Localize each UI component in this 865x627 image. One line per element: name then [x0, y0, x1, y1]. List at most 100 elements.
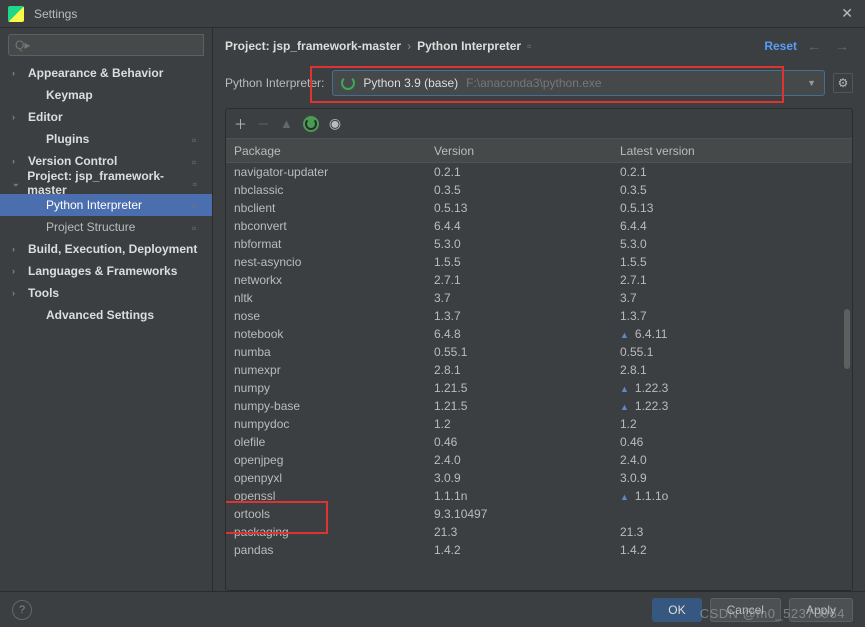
table-row[interactable]: numpy-base1.21.5▲1.22.3 — [226, 397, 852, 415]
sidebar-item[interactable]: ›Build, Execution, Deployment — [0, 238, 212, 260]
pkg-latest: ▲1.22.3 — [620, 399, 844, 413]
sidebar-item-label: Project: jsp_framework-master — [27, 169, 192, 197]
table-row[interactable]: pandas1.4.21.4.2 — [226, 541, 852, 559]
apply-button[interactable]: Apply — [789, 598, 853, 622]
table-row[interactable]: nbclassic0.3.50.3.5 — [226, 181, 852, 199]
conda-toggle-icon[interactable] — [303, 116, 319, 132]
sidebar-item[interactable]: ⌄Project: jsp_framework-master▫ — [0, 172, 212, 194]
main-body: ›Appearance & BehaviorKeymap›EditorPlugi… — [0, 28, 865, 591]
help-icon[interactable]: ? — [12, 600, 32, 620]
sidebar-item-label: Project Structure — [46, 220, 135, 234]
nav-forward-icon[interactable]: → — [831, 38, 853, 54]
table-row[interactable]: nest-asyncio1.5.51.5.5 — [226, 253, 852, 271]
ok-button[interactable]: OK — [652, 598, 701, 622]
sidebar-item[interactable]: ›Appearance & Behavior — [0, 62, 212, 84]
table-row[interactable]: navigator-updater0.2.10.2.1 — [226, 163, 852, 181]
table-row[interactable]: numpy1.21.5▲1.22.3 — [226, 379, 852, 397]
table-row[interactable]: ortools9.3.10497 — [226, 505, 852, 523]
reset-link[interactable]: Reset — [764, 39, 797, 53]
pkg-latest: 2.8.1 — [620, 363, 844, 377]
interpreter-label: Python Interpreter: — [225, 76, 324, 90]
table-row[interactable]: openjpeg2.4.02.4.0 — [226, 451, 852, 469]
pkg-version: 2.4.0 — [434, 453, 620, 467]
sidebar-item[interactable]: ›Languages & Frameworks — [0, 260, 212, 282]
pkg-toolbar: ＋ － ▲ ◉ — [226, 109, 852, 139]
breadcrumb: Project: jsp_framework-master › Python I… — [225, 28, 853, 64]
footer: ? OK Cancel Apply — [0, 591, 865, 627]
close-icon[interactable]: ✕ — [837, 5, 857, 22]
pkg-name: numpy — [234, 381, 434, 395]
table-row[interactable]: nbformat5.3.05.3.0 — [226, 235, 852, 253]
scrollbar-thumb[interactable] — [844, 309, 850, 369]
sidebar-item[interactable]: Plugins ▫ — [0, 128, 212, 150]
pkg-latest: 0.2.1 — [620, 165, 844, 179]
upgrade-package-button[interactable]: ▲ — [280, 116, 293, 131]
pkg-version: 1.1.1n — [434, 489, 620, 503]
table-row[interactable]: nose1.3.71.3.7 — [226, 307, 852, 325]
title-bar: Settings ✕ — [0, 0, 865, 28]
upgrade-arrow-icon: ▲ — [620, 384, 629, 394]
pkg-version: 5.3.0 — [434, 237, 620, 251]
sidebar-item-label: Tools — [28, 286, 59, 300]
chevron-icon: › — [12, 156, 24, 166]
sidebar-item[interactable]: ›Editor — [0, 106, 212, 128]
interpreter-dropdown[interactable]: Python 3.9 (base) F:\anaconda3\python.ex… — [332, 70, 825, 96]
pkg-name: nbclassic — [234, 183, 434, 197]
remove-package-button[interactable]: － — [257, 114, 270, 133]
pkg-name: numba — [234, 345, 434, 359]
breadcrumb-project: Project: jsp_framework-master — [225, 39, 401, 53]
pycharm-logo-icon — [8, 6, 24, 22]
sidebar-item[interactable]: › Tools — [0, 282, 212, 304]
chevron-icon: › — [12, 288, 24, 298]
pkg-latest: 5.3.0 — [620, 237, 844, 251]
pkg-latest: 1.5.5 — [620, 255, 844, 269]
pkg-version: 6.4.8 — [434, 327, 620, 341]
table-row[interactable]: networkx2.7.12.7.1 — [226, 271, 852, 289]
sidebar-item[interactable]: Python Interpreter▫ — [0, 194, 212, 216]
pkg-name: openpyxl — [234, 471, 434, 485]
pkg-latest: 2.4.0 — [620, 453, 844, 467]
table-row[interactable]: nbconvert6.4.46.4.4 — [226, 217, 852, 235]
sidebar-item-label: Appearance & Behavior — [28, 66, 163, 80]
pkg-name: nose — [234, 309, 434, 323]
pkg-name: notebook — [234, 327, 434, 341]
window-title: Settings — [34, 7, 837, 21]
table-row[interactable]: openssl1.1.1n▲1.1.1o — [226, 487, 852, 505]
sidebar-item[interactable]: Advanced Settings — [0, 304, 212, 326]
eye-icon[interactable]: ◉ — [329, 115, 341, 132]
chevron-down-icon: ▼ — [807, 78, 816, 88]
table-row[interactable]: packaging21.321.3 — [226, 523, 852, 541]
pkg-latest: 6.4.4 — [620, 219, 844, 233]
col-version: Version — [434, 144, 620, 158]
pkg-name: pandas — [234, 543, 434, 557]
pkg-version: 6.4.4 — [434, 219, 620, 233]
interpreter-path: F:\anaconda3\python.exe — [466, 76, 601, 90]
gear-icon[interactable]: ⚙ — [833, 73, 853, 93]
cancel-button[interactable]: Cancel — [710, 598, 781, 622]
table-row[interactable]: nltk3.73.7 — [226, 289, 852, 307]
sidebar-item-label: Advanced Settings — [46, 308, 154, 322]
footer-buttons: OK Cancel Apply — [652, 598, 853, 622]
project-scope-icon: ▫ — [192, 133, 204, 145]
sidebar-item[interactable]: Keymap — [0, 84, 212, 106]
pkg-version: 0.5.13 — [434, 201, 620, 215]
add-package-button[interactable]: ＋ — [234, 114, 247, 133]
table-row[interactable]: numpydoc1.21.2 — [226, 415, 852, 433]
table-row[interactable]: numexpr2.8.12.8.1 — [226, 361, 852, 379]
table-row[interactable]: notebook6.4.8▲6.4.11 — [226, 325, 852, 343]
sidebar-item-label: Plugins — [46, 132, 89, 146]
table-row[interactable]: olefile0.460.46 — [226, 433, 852, 451]
chevron-right-icon: › — [407, 39, 411, 53]
table-header: Package Version Latest version — [226, 139, 852, 163]
table-row[interactable]: openpyxl3.0.93.0.9 — [226, 469, 852, 487]
sidebar-item[interactable]: Project Structure▫ — [0, 216, 212, 238]
pkg-version: 0.55.1 — [434, 345, 620, 359]
table-row[interactable]: numba0.55.10.55.1 — [226, 343, 852, 361]
nav-back-icon[interactable]: ← — [803, 38, 825, 54]
packages-panel: ＋ － ▲ ◉ Package Version Latest version n… — [225, 108, 853, 591]
pkg-name: nbconvert — [234, 219, 434, 233]
table-row[interactable]: nbclient0.5.130.5.13 — [226, 199, 852, 217]
pkg-latest: ▲1.1.1o — [620, 489, 844, 503]
pkg-version: 9.3.10497 — [434, 507, 620, 521]
search-input[interactable] — [8, 34, 204, 56]
